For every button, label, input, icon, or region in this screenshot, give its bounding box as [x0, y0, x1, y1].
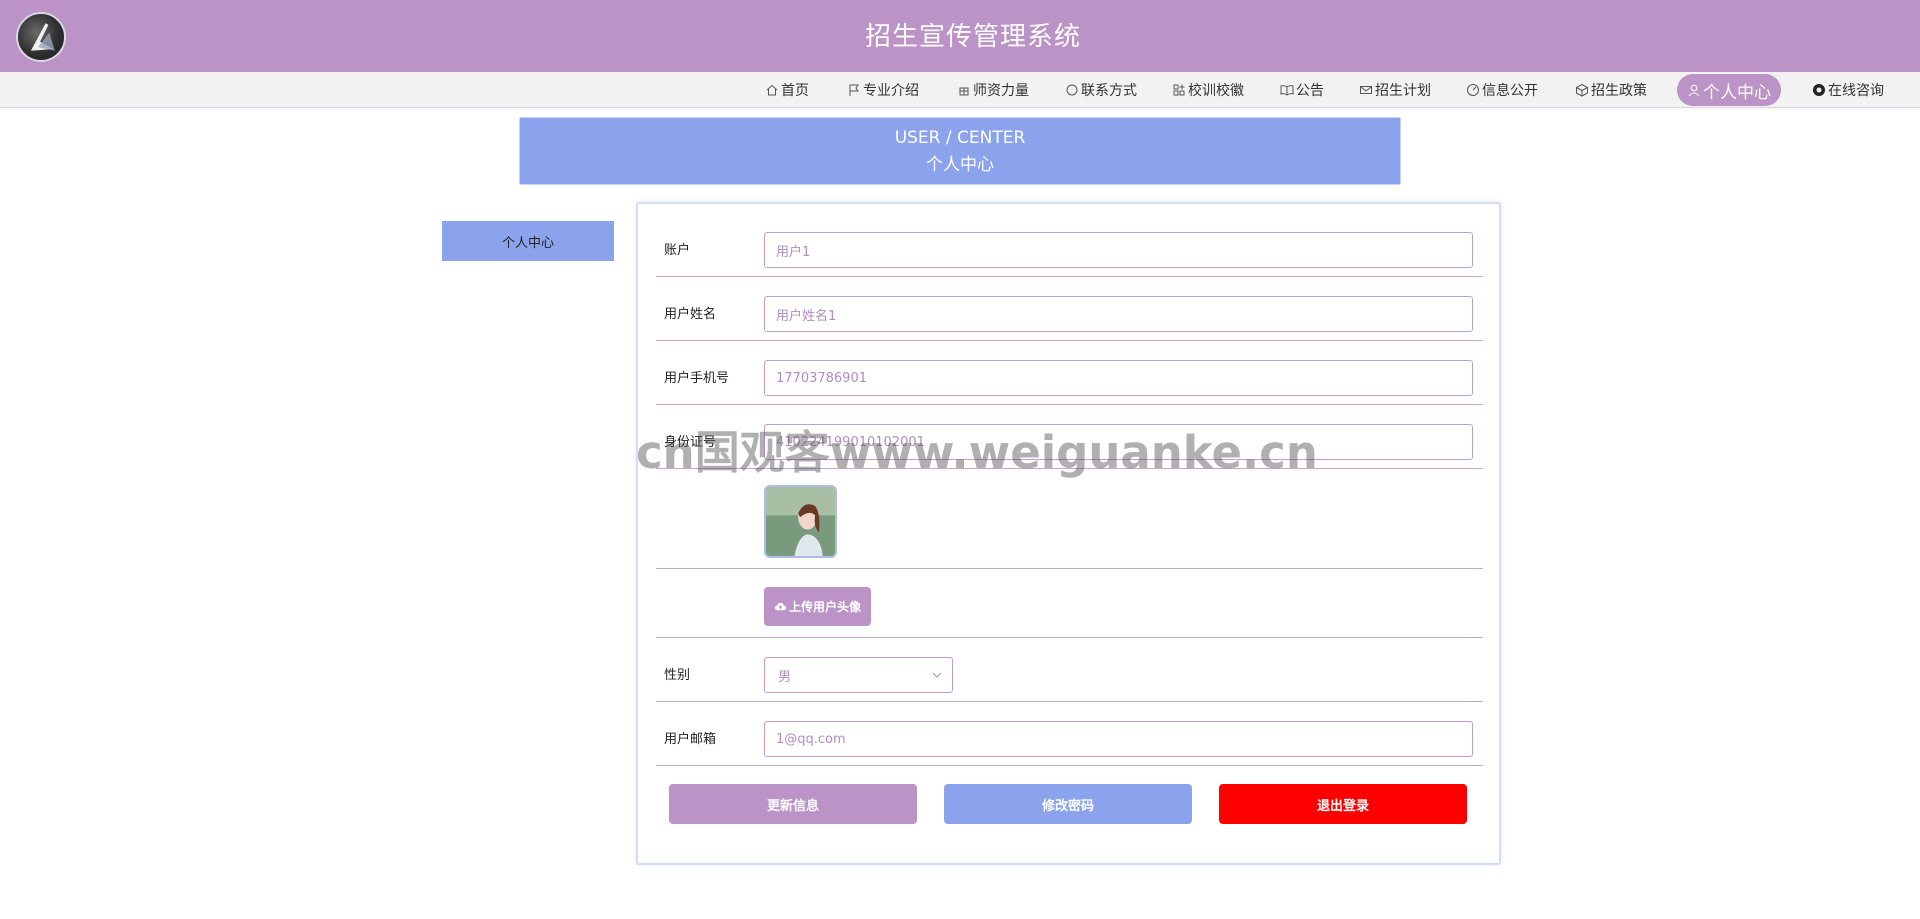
- gender-label: 性别: [664, 668, 691, 683]
- nav-item-motto[interactable]: 校训校徽: [1172, 72, 1244, 108]
- update-info-button[interactable]: 更新信息: [669, 784, 917, 824]
- profile-form: 账户 用户姓名 用户手机号 身份证号 上传用户头像 性别: [636, 202, 1501, 865]
- nav-item-contact[interactable]: 联系方式: [1065, 72, 1137, 108]
- nav-item-faculty[interactable]: 师资力量: [957, 72, 1029, 108]
- nav-item-consult[interactable]: 在线咨询: [1812, 72, 1884, 108]
- name-input[interactable]: [764, 296, 1473, 332]
- gender-value: 男: [778, 669, 792, 685]
- nav-item-label: 校训校徽: [1188, 83, 1244, 99]
- banner-title-cn: 个人中心: [926, 155, 994, 175]
- phone-input[interactable]: [764, 360, 1473, 396]
- phone-label: 用户手机号: [664, 371, 730, 386]
- name-label: 用户姓名: [664, 307, 717, 322]
- watermark: cn国观客www.weiguanke.cn: [636, 426, 1318, 479]
- nav-item-majors[interactable]: 专业介绍: [847, 72, 919, 108]
- form-row-avatar: [656, 469, 1483, 569]
- chevron-down-icon: [932, 672, 942, 678]
- cube-icon: [1576, 83, 1588, 97]
- form-row-phone: 用户手机号: [656, 341, 1483, 405]
- email-label: 用户邮箱: [664, 732, 717, 747]
- nav-item-label: 公告: [1296, 83, 1324, 99]
- form-row-name: 用户姓名: [656, 277, 1483, 341]
- nav-item-label: 联系方式: [1081, 83, 1137, 99]
- nav-item-label: 专业介绍: [863, 83, 919, 99]
- nav-item-disclosure[interactable]: 信息公开: [1466, 72, 1538, 108]
- user-icon: [1688, 84, 1700, 97]
- site-title: 招生宣传管理系统: [864, 22, 1081, 52]
- email-input[interactable]: [764, 721, 1473, 757]
- nav-item-label: 招生计划: [1375, 83, 1431, 99]
- nav-item-home[interactable]: 首页: [765, 72, 809, 108]
- mail-icon: [1360, 86, 1372, 94]
- sidebar-item-user-center[interactable]: 个人中心: [442, 221, 614, 261]
- change-password-button[interactable]: 修改密码: [944, 784, 1192, 824]
- nav-item-notice[interactable]: 公告: [1280, 72, 1324, 108]
- upload-avatar-button[interactable]: 上传用户头像: [764, 587, 871, 626]
- main-nav: 首页 专业介绍 师资力量 联系方式 校训校徽 公告 招生计划 信息公开 招生政策…: [0, 72, 1920, 108]
- banner-title-en: USER / CENTER: [894, 128, 1026, 148]
- page-banner: USER / CENTER 个人中心: [519, 117, 1401, 185]
- nav-item-label: 在线咨询: [1828, 83, 1884, 99]
- flag-icon: [849, 84, 859, 96]
- form-row-email: 用户邮箱: [656, 702, 1483, 766]
- account-input[interactable]: [764, 232, 1473, 268]
- chat-bubble-icon: [1066, 84, 1078, 96]
- nav-item-user-center[interactable]: 个人中心: [1677, 74, 1781, 106]
- form-row-gender: 性别 男: [656, 638, 1483, 702]
- nav-item-label: 师资力量: [973, 83, 1029, 99]
- form-row-upload: 上传用户头像: [656, 569, 1483, 638]
- avatar: [764, 485, 837, 558]
- nav-item-label: 信息公开: [1482, 83, 1538, 99]
- account-label: 账户: [664, 243, 691, 258]
- chat-filled-icon: [1813, 84, 1825, 96]
- nav-item-label: 招生政策: [1591, 83, 1647, 99]
- form-row-account: 账户: [656, 204, 1483, 277]
- upload-avatar-label: 上传用户头像: [788, 600, 861, 614]
- top-header: 招生宣传管理系统: [0, 0, 1920, 72]
- nav-item-label: 个人中心: [1703, 82, 1771, 103]
- logout-button[interactable]: 退出登录: [1219, 784, 1467, 824]
- grid-add-icon: [1173, 84, 1185, 96]
- cloud-upload-icon: [774, 602, 787, 611]
- nav-item-label: 首页: [781, 83, 809, 99]
- gift-icon: [959, 87, 969, 96]
- nav-item-policy[interactable]: 招生政策: [1575, 72, 1647, 108]
- home-icon: [766, 84, 778, 96]
- nav-item-plan[interactable]: 招生计划: [1359, 72, 1431, 108]
- open-book-icon: [1280, 85, 1294, 96]
- gender-select[interactable]: 男: [764, 657, 953, 693]
- gauge-icon: [1467, 84, 1479, 96]
